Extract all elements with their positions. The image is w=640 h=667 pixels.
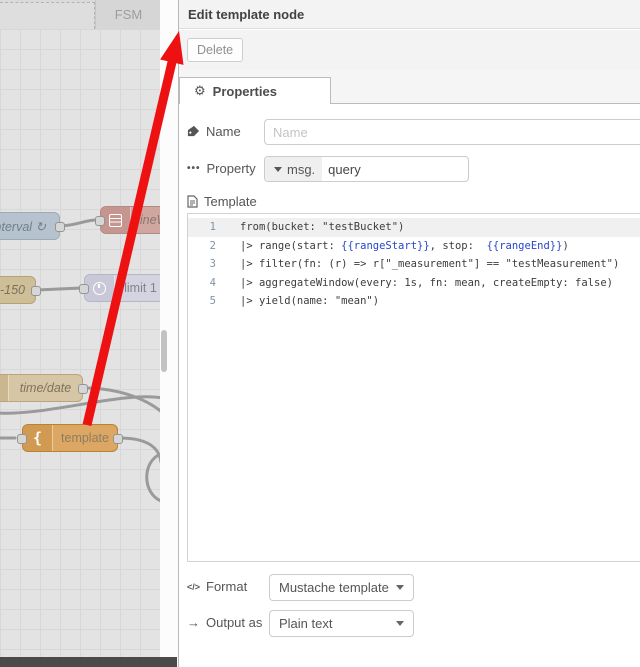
property-prefix: msg. — [287, 161, 316, 177]
node-time-date[interactable]: f time/date — [0, 374, 88, 402]
edit-template-dialog: Edit template node Delete ⚙ Properties N… — [178, 0, 640, 667]
gear-icon: ⚙ — [194, 83, 206, 98]
tag-icon — [187, 125, 200, 138]
property-label: ••• Property — [187, 161, 256, 176]
name-input[interactable] — [264, 119, 640, 145]
code-line[interactable]: 1 from(bucket: "testBucket") — [188, 218, 640, 237]
wire[interactable] — [145, 452, 160, 503]
screen: FSM interval ↻sineWaves-150limit 1 msgft… — [0, 0, 640, 667]
code-text: |> yield(name: "mean") — [240, 295, 380, 308]
node-port[interactable] — [55, 222, 65, 232]
tab-properties[interactable]: ⚙ Properties — [179, 77, 331, 104]
node-label: sineWave — [133, 213, 160, 227]
file-code-icon — [187, 195, 198, 208]
dialog-toolbar: Delete — [179, 30, 640, 70]
dialog-tabrow: ⚙ Properties — [179, 70, 640, 104]
line-number: 5 — [209, 295, 216, 308]
line-number: 1 — [209, 221, 216, 233]
code-text: |> range(start: {{rangeStart}}, stop: {{… — [240, 239, 569, 252]
node-label: time/date — [19, 381, 72, 395]
template-code-editor[interactable]: 1 from(bucket: "testBucket") 2 |> range(sta… — [187, 213, 640, 562]
code-line[interactable]: 2 |> range(start: {{rangeStart}}, stop: {… — [188, 237, 640, 256]
doc-icon — [101, 207, 131, 233]
caret-down-icon — [274, 166, 282, 172]
output-as-label: → Output as — [187, 615, 262, 630]
template-label-text: Template — [204, 194, 257, 209]
template-label: Template — [187, 194, 257, 209]
property-typed-input[interactable]: msg. query — [264, 156, 469, 182]
flow-wires — [0, 218, 160, 503]
bottom-bar — [0, 657, 177, 667]
chevron-down-icon — [396, 621, 404, 626]
flow-canvas[interactable]: interval ↻ sineWave s-150 limit 1 msg f time/… — [0, 29, 160, 657]
property-value[interactable]: query — [322, 162, 361, 177]
format-select[interactable]: Mustache template — [269, 574, 414, 601]
output-as-label-text: Output as — [206, 615, 263, 630]
node-label: interval ↻ — [0, 219, 46, 234]
output-as-select-value: Plain text — [279, 616, 333, 631]
node-label: limit 1 msg — [124, 281, 160, 295]
dialog-body: Name ••• Property msg. query Template — [179, 104, 640, 667]
workspace-tab-fsm[interactable]: FSM — [95, 0, 161, 29]
workspace-tabbar: FSM — [0, 0, 161, 29]
clock-icon — [85, 275, 115, 301]
property-type-selector[interactable]: msg. — [265, 157, 323, 181]
node-label: s-150 — [0, 283, 25, 297]
wire[interactable] — [35, 286, 83, 292]
arrow-right-icon: → — [187, 615, 200, 630]
node-port[interactable] — [31, 286, 41, 296]
dialog-title: Edit template node — [179, 0, 640, 29]
node-port[interactable] — [78, 384, 88, 394]
format-label: </> Format — [187, 579, 247, 594]
code-text: |> filter(fn: (r) => r["_measurement"] =… — [240, 258, 620, 271]
tab-properties-label: Properties — [212, 83, 277, 99]
node-s-150[interactable]: s-150 — [0, 276, 41, 304]
name-label-text: Name — [206, 124, 241, 139]
node-template[interactable]: { template — [17, 424, 123, 452]
node-port[interactable] — [79, 284, 89, 294]
code-icon: </> — [187, 581, 201, 592]
node-port[interactable] — [95, 216, 105, 226]
line-number: 2 — [209, 239, 216, 252]
flow-workspace: FSM interval ↻sineWaves-150limit 1 msgft… — [0, 0, 161, 657]
line-number: 4 — [209, 276, 216, 289]
code-line[interactable]: 5 |> yield(name: "mean") — [188, 292, 640, 311]
workspace-tab-ghost[interactable] — [0, 2, 95, 29]
delete-button[interactable]: Delete — [187, 38, 244, 62]
format-select-value: Mustache template — [279, 580, 389, 595]
fx-icon: f — [0, 375, 9, 401]
node-interval[interactable]: interval ↻ — [0, 212, 65, 240]
node-label: template — [61, 431, 109, 445]
chevron-down-icon — [396, 585, 404, 590]
code-line[interactable]: 3 |> filter(fn: (r) => r["_measurement"] … — [188, 255, 640, 274]
ellipsis-icon: ••• — [187, 163, 201, 174]
line-number: 3 — [209, 258, 216, 271]
code-line[interactable]: 4 |> aggregateWindow(every: 1s, fn: mean,… — [188, 274, 640, 293]
format-label-text: Format — [206, 579, 248, 594]
node-limit[interactable]: limit 1 msg — [79, 274, 160, 302]
brace-icon: { — [23, 425, 53, 451]
node-port[interactable] — [17, 434, 27, 444]
canvas-scrollbar-thumb[interactable] — [161, 330, 167, 372]
name-label: Name — [187, 124, 241, 139]
output-as-select[interactable]: Plain text — [269, 610, 414, 637]
node-port[interactable] — [113, 434, 123, 444]
node-sineWave[interactable]: sineWave — [95, 206, 160, 234]
code-text: |> aggregateWindow(every: 1s, fn: mean, … — [240, 276, 613, 289]
code-text: from(bucket: "testBucket") — [240, 221, 405, 233]
property-label-text: Property — [206, 161, 256, 176]
